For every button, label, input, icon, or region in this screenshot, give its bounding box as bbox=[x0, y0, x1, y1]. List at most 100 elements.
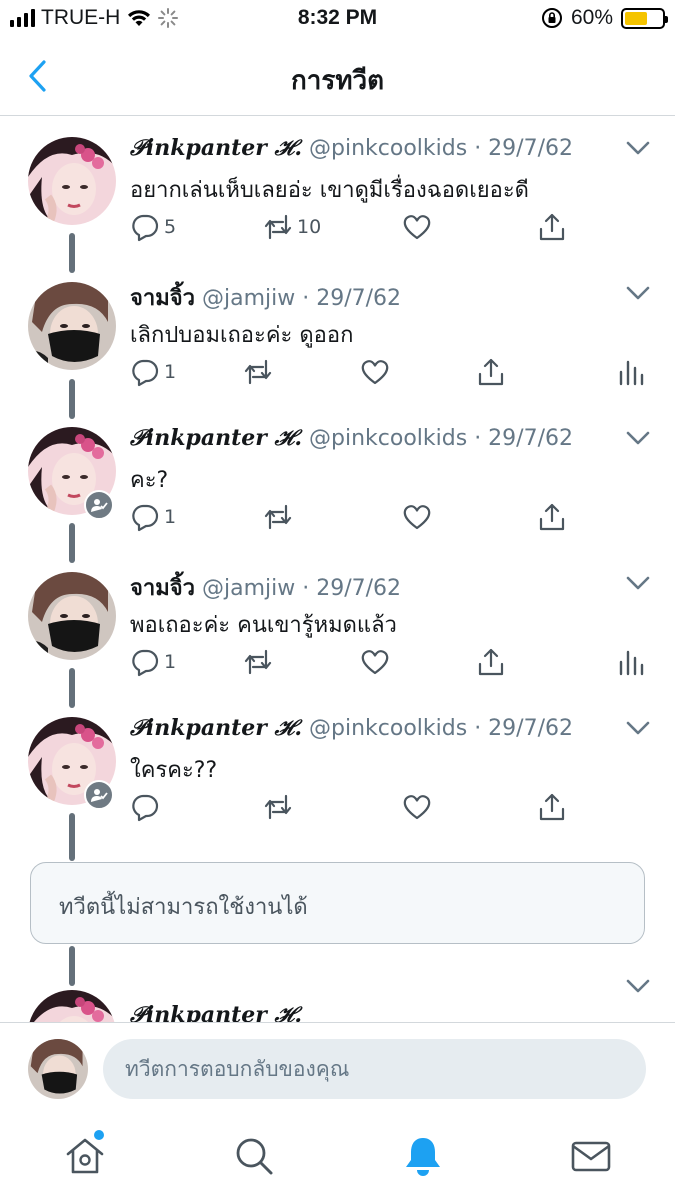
reply-icon bbox=[132, 359, 159, 387]
retweet-button[interactable] bbox=[243, 357, 273, 387]
tweet[interactable]: 𝒫inkpanter ℋ. bbox=[0, 972, 675, 1022]
share-button[interactable] bbox=[476, 647, 506, 677]
follow-badge bbox=[84, 490, 114, 520]
person-check-icon bbox=[91, 499, 108, 512]
battery-icon bbox=[621, 7, 668, 29]
avatar[interactable] bbox=[28, 282, 116, 370]
reply-bar: ทวีตการตอบกลับของคุณ bbox=[0, 1022, 675, 1114]
status-bar: TRUE-H 8:32 PM 60% bbox=[0, 0, 675, 38]
display-name[interactable]: 𝒫inkpanter ℋ. bbox=[130, 425, 302, 451]
retweet-icon bbox=[264, 794, 292, 820]
like-button[interactable] bbox=[402, 212, 432, 242]
tweet-date: · 29/7/62 bbox=[302, 576, 402, 601]
tweet[interactable]: 𝒫inkpanter ℋ. @pinkcoolkids · 29/7/62 อย… bbox=[0, 117, 675, 262]
analytics-button[interactable] bbox=[615, 647, 645, 677]
retweet-icon bbox=[244, 649, 272, 675]
tweet-actions: 1 bbox=[130, 647, 650, 681]
handle[interactable]: @pinkcoolkids bbox=[309, 136, 467, 161]
timeline[interactable]: 𝒫inkpanter ℋ. @pinkcoolkids · 29/7/62 อย… bbox=[0, 117, 675, 1022]
chevron-down-icon[interactable] bbox=[625, 284, 651, 302]
handle[interactable]: @pinkcoolkids bbox=[309, 716, 467, 741]
heart-icon bbox=[403, 795, 431, 820]
chevron-down-icon[interactable] bbox=[625, 574, 651, 592]
share-button[interactable] bbox=[537, 502, 567, 532]
reply-placeholder: ทวีตการตอบกลับของคุณ bbox=[125, 1056, 350, 1081]
retweet-button[interactable] bbox=[263, 792, 293, 822]
chevron-down-icon[interactable] bbox=[625, 977, 651, 995]
reply-button[interactable]: 1 bbox=[130, 647, 176, 677]
display-name[interactable]: 𝒫inkpanter ℋ. bbox=[130, 135, 302, 161]
like-button[interactable] bbox=[402, 792, 432, 822]
my-avatar[interactable] bbox=[28, 1039, 88, 1099]
tweet-actions: 1 bbox=[130, 357, 650, 391]
like-button[interactable] bbox=[360, 647, 390, 677]
tweet-text: เลิกปบอมเถอะค่ะ ดูออก bbox=[130, 323, 354, 348]
tweet-text: ใครคะ?? bbox=[130, 758, 218, 783]
heart-icon bbox=[361, 650, 389, 675]
reply-button[interactable]: 1 bbox=[130, 502, 176, 532]
share-button[interactable] bbox=[476, 357, 506, 387]
chevron-down-icon[interactable] bbox=[625, 429, 651, 447]
tweet[interactable]: จามจิ้ว @jamjiw · 29/7/62 เลิกปบอมเถอะค่… bbox=[0, 262, 675, 407]
reply-icon bbox=[132, 214, 159, 242]
tweet-header: 𝒫inkpanter ℋ. @pinkcoolkids · 29/7/62 bbox=[130, 425, 573, 451]
display-name[interactable]: จามจิ้ว bbox=[130, 286, 195, 311]
person-check-icon bbox=[91, 789, 108, 802]
tweet[interactable]: จามจิ้ว @jamjiw · 29/7/62 พอเถอะค่ะ คนเข… bbox=[0, 552, 675, 697]
reply-count: 1 bbox=[164, 506, 177, 528]
home-icon[interactable] bbox=[63, 1134, 107, 1178]
avatar[interactable] bbox=[28, 137, 116, 225]
follow-badge bbox=[84, 780, 114, 810]
reply-input[interactable]: ทวีตการตอบกลับของคุณ bbox=[103, 1039, 646, 1099]
reply-count: 1 bbox=[164, 651, 177, 673]
unavailable-tweet-notice: ทวีตนี้ไม่สามารถใช้งานได้ bbox=[30, 862, 645, 944]
avatar[interactable] bbox=[28, 990, 116, 1022]
tweet-text: อยากเล่นเห็บเลยอ่ะ เขาดูมีเรื่องฉอดเยอะด… bbox=[130, 178, 529, 203]
analytics-icon bbox=[619, 360, 644, 386]
display-name[interactable]: จามจิ้ว bbox=[130, 576, 195, 601]
retweet-icon bbox=[244, 359, 272, 385]
chevron-down-icon[interactable] bbox=[625, 719, 651, 737]
header: การทวีต bbox=[0, 38, 675, 116]
tab-bar bbox=[0, 1114, 675, 1200]
retweet-count: 10 bbox=[297, 216, 322, 238]
reply-button[interactable]: 1 bbox=[130, 357, 176, 387]
display-name[interactable]: 𝒫inkpanter ℋ. bbox=[130, 1002, 302, 1022]
tweet[interactable]: 𝒫inkpanter ℋ. @pinkcoolkids · 29/7/62 ใค… bbox=[0, 697, 675, 842]
retweet-button[interactable]: 10 bbox=[263, 212, 321, 242]
new-content-dot bbox=[94, 1130, 104, 1140]
share-icon bbox=[539, 793, 565, 821]
avatar[interactable] bbox=[28, 572, 116, 660]
tweet-header: 𝒫inkpanter ℋ. @pinkcoolkids · 29/7/62 bbox=[130, 135, 573, 161]
tweet-header: จามจิ้ว @jamjiw · 29/7/62 bbox=[130, 570, 401, 605]
reply-button[interactable] bbox=[130, 792, 160, 822]
retweet-icon bbox=[264, 504, 292, 530]
search-icon[interactable] bbox=[232, 1134, 276, 1178]
battery-percent: 60% bbox=[570, 6, 613, 29]
reply-count: 5 bbox=[164, 216, 177, 238]
notifications-icon[interactable] bbox=[401, 1134, 445, 1178]
messages-icon[interactable] bbox=[569, 1134, 613, 1178]
share-icon bbox=[539, 503, 565, 531]
handle[interactable]: @pinkcoolkids bbox=[309, 426, 467, 451]
tweet-date: · 29/7/62 bbox=[302, 286, 402, 311]
like-button[interactable] bbox=[360, 357, 390, 387]
reply-count: 1 bbox=[164, 361, 177, 383]
tweet-header: 𝒫inkpanter ℋ. @pinkcoolkids · 29/7/62 bbox=[130, 715, 573, 741]
display-name[interactable]: 𝒫inkpanter ℋ. bbox=[130, 715, 302, 741]
tweet-date: · 29/7/62 bbox=[474, 136, 573, 161]
share-button[interactable] bbox=[537, 792, 567, 822]
retweet-button[interactable] bbox=[243, 647, 273, 677]
tweet-actions bbox=[130, 792, 650, 826]
avatar-mask-image bbox=[28, 282, 116, 370]
retweet-button[interactable] bbox=[263, 502, 293, 532]
tweet[interactable]: 𝒫inkpanter ℋ. @pinkcoolkids · 29/7/62 คะ… bbox=[0, 407, 675, 552]
tweet-text: คะ? bbox=[130, 468, 169, 493]
analytics-button[interactable] bbox=[615, 357, 645, 387]
like-button[interactable] bbox=[402, 502, 432, 532]
chevron-down-icon[interactable] bbox=[625, 139, 651, 157]
handle[interactable]: @jamjiw bbox=[202, 576, 295, 601]
handle[interactable]: @jamjiw bbox=[202, 286, 295, 311]
share-button[interactable] bbox=[537, 212, 567, 242]
reply-button[interactable]: 5 bbox=[130, 212, 176, 242]
